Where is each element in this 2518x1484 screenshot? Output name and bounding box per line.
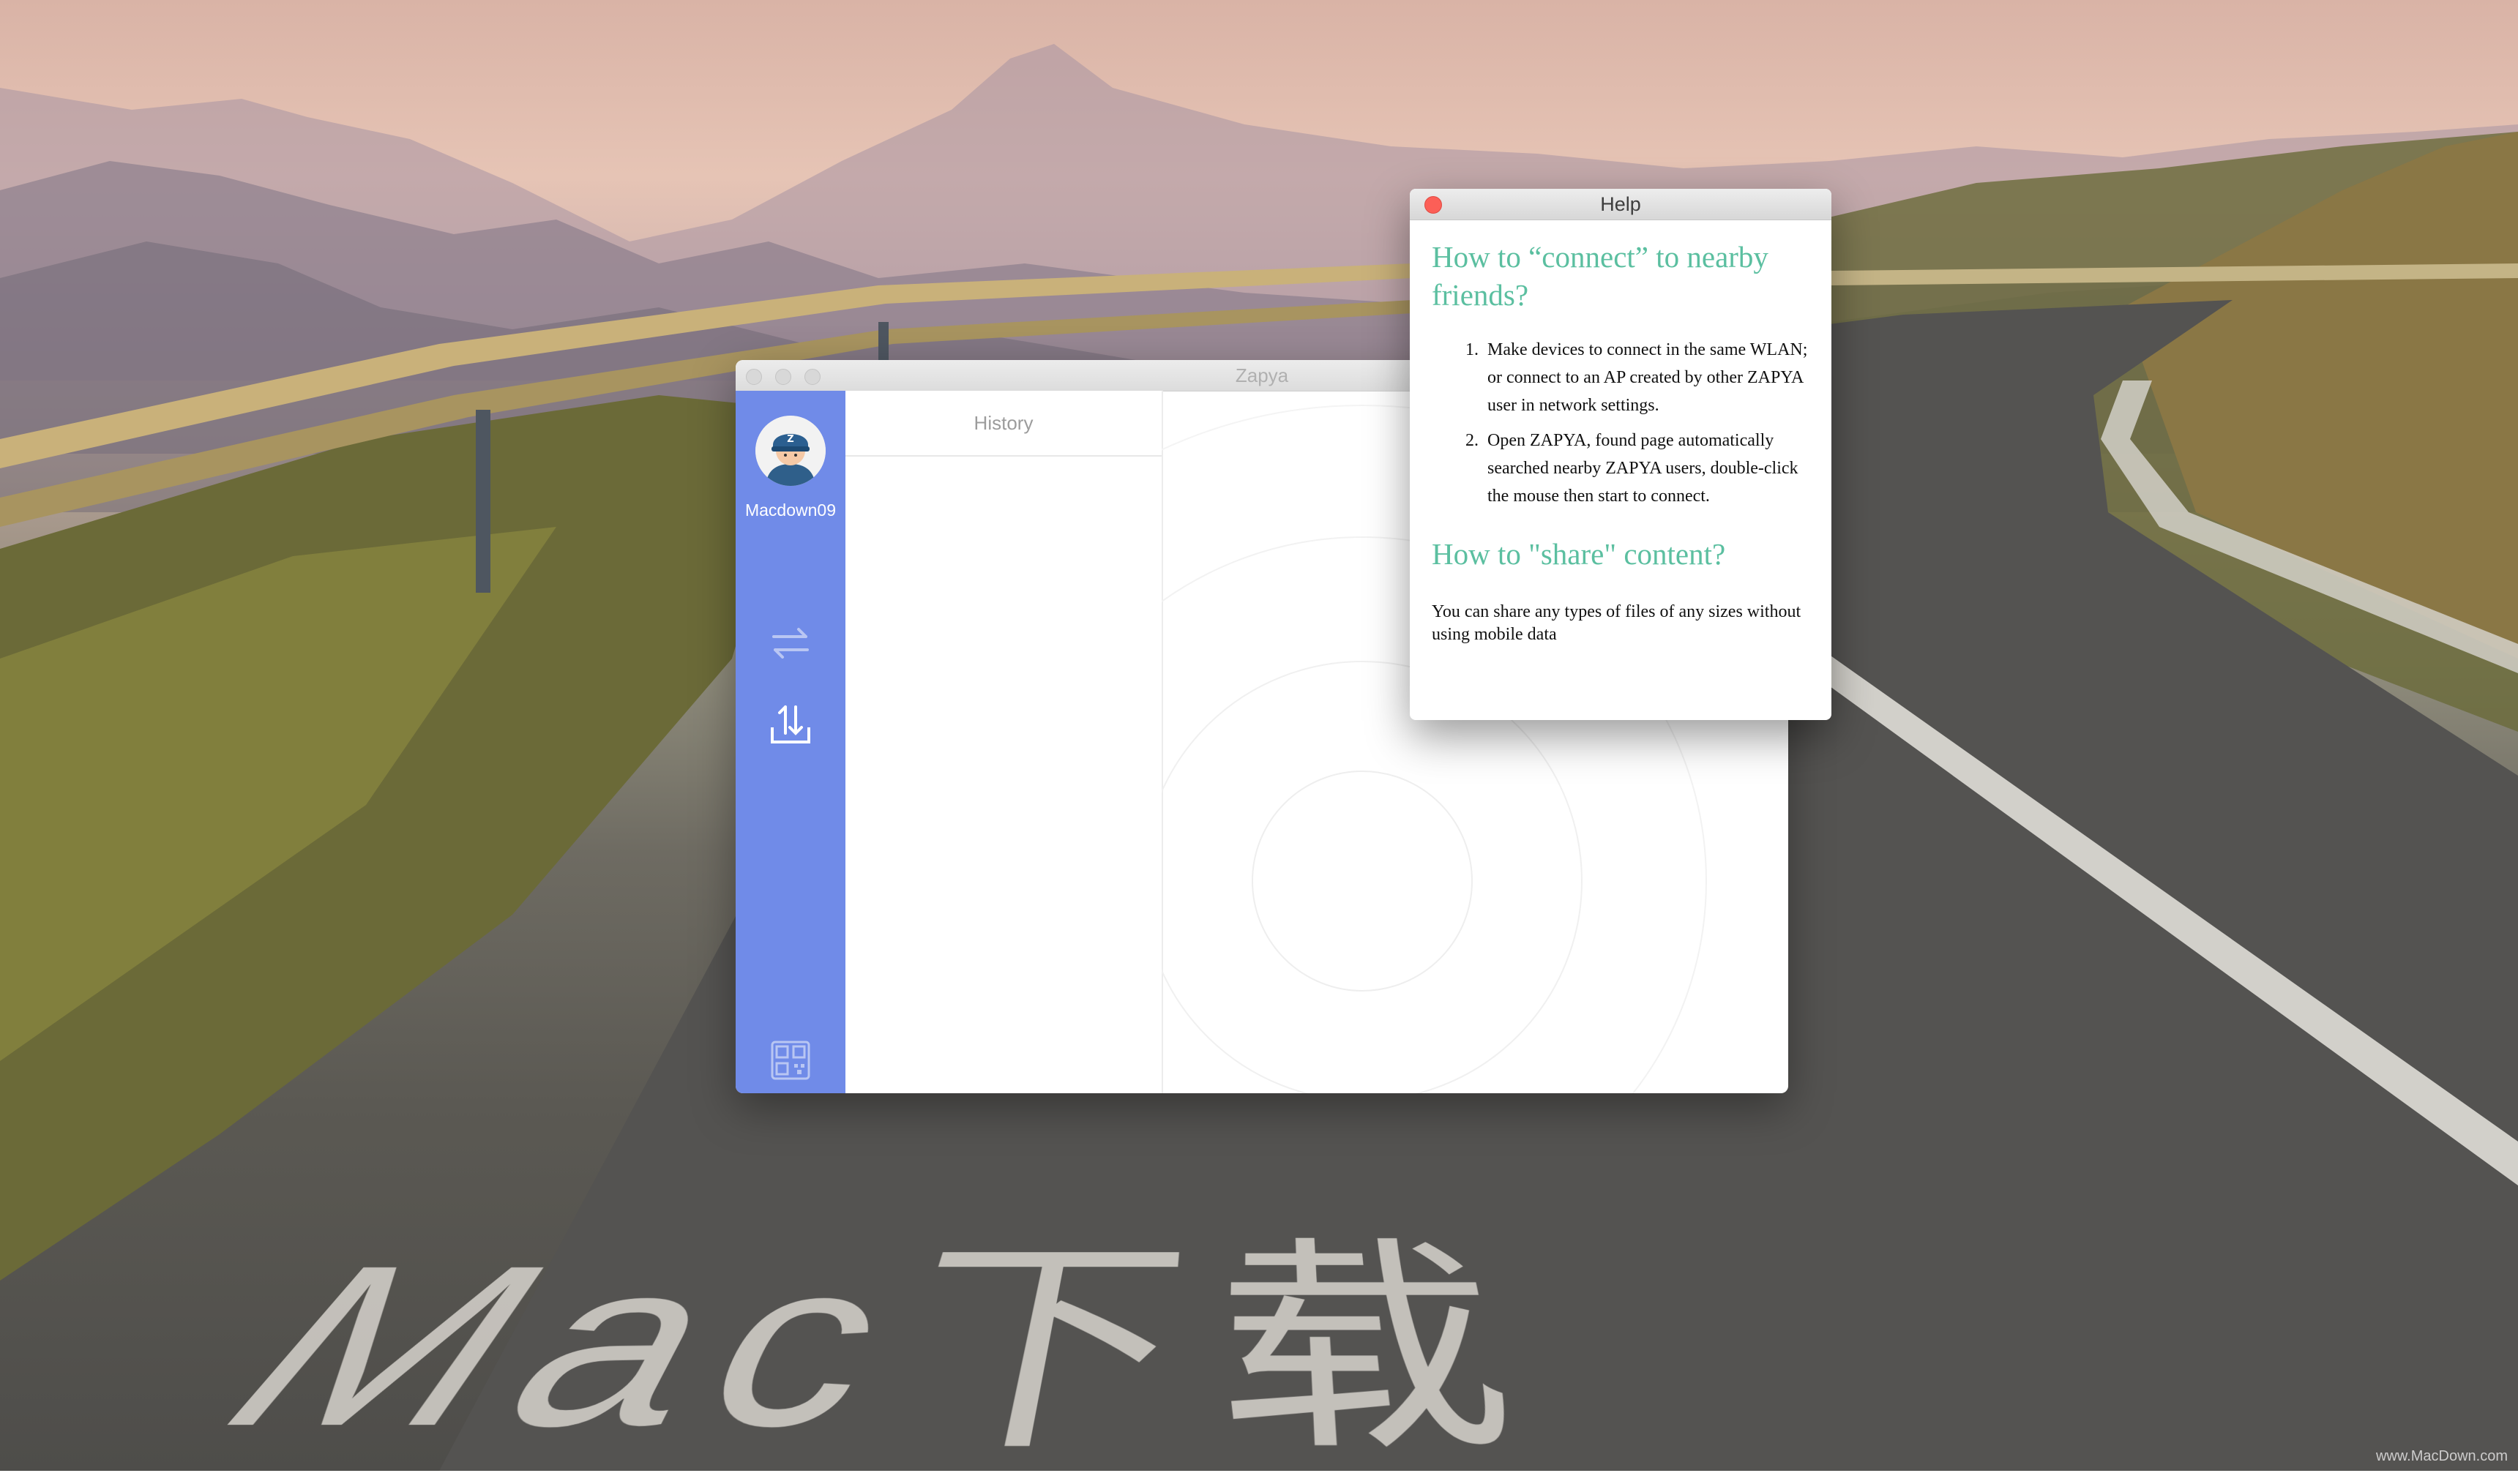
svg-text:Z: Z <box>787 434 793 445</box>
sidebar: Z Macdown09 <box>736 391 845 1093</box>
qr-code-icon[interactable] <box>765 1035 816 1086</box>
history-tab[interactable]: History <box>845 391 1162 457</box>
help-window-title: Help <box>1410 189 1831 220</box>
share-heading: How to "share" content? <box>1432 535 1809 573</box>
help-content: How to “connect” to nearby friends? Make… <box>1410 220 1831 646</box>
list-item: Open ZAPYA, found page automatically sea… <box>1483 427 1809 510</box>
road-painted-text: Mac下载 <box>0 1235 2518 1471</box>
avatar[interactable]: Z <box>755 416 826 486</box>
share-description: You can share any types of files of any … <box>1432 601 1809 646</box>
watermark-text: www.MacDown.com <box>2376 1448 2508 1465</box>
upload-tray-icon[interactable] <box>765 698 816 749</box>
username-label: Macdown09 <box>736 501 845 520</box>
help-titlebar[interactable]: Help <box>1410 189 1831 220</box>
history-pane: History <box>845 391 1163 1093</box>
list-item: Make devices to connect in the same WLAN… <box>1483 336 1809 419</box>
help-close-button[interactable] <box>1424 196 1442 214</box>
help-window: Help How to “connect” to nearby friends?… <box>1410 189 1831 720</box>
connect-heading: How to “connect” to nearby friends? <box>1432 238 1809 314</box>
user-avatar-icon: Z <box>755 416 826 486</box>
transfer-arrows-icon[interactable] <box>765 618 816 669</box>
connect-steps-list: Make devices to connect in the same WLAN… <box>1432 336 1809 510</box>
